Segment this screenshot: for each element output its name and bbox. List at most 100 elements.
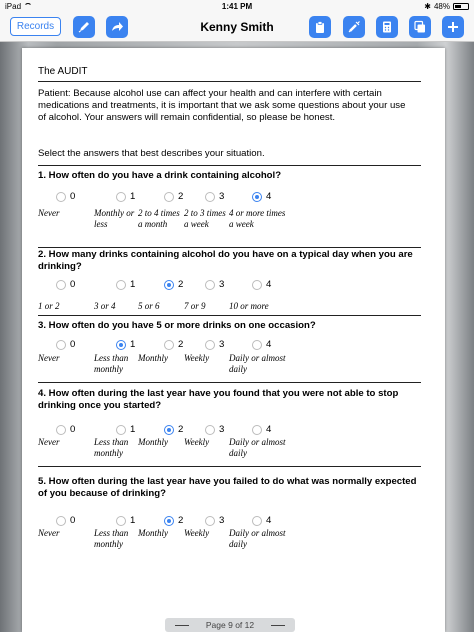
answer-option[interactable]: 2 (164, 279, 183, 290)
radio-unchecked-icon[interactable] (164, 339, 174, 350)
answer-option[interactable]: 3 (205, 279, 224, 290)
answer-option[interactable]: 4 (252, 515, 271, 526)
add-plus-icon[interactable] (442, 16, 464, 38)
radio-unchecked-icon[interactable] (205, 515, 215, 526)
copy-icon[interactable] (409, 16, 431, 38)
calculator-icon[interactable] (376, 16, 398, 38)
radio-unchecked-icon[interactable] (252, 424, 262, 435)
radio-unchecked-icon[interactable] (56, 339, 66, 350)
radio-unchecked-icon[interactable] (56, 515, 66, 526)
option-value: 1 (130, 424, 136, 435)
battery-percent: 48% (433, 1, 450, 11)
answer-option[interactable]: 0 (56, 191, 75, 202)
syringe-icon[interactable] (343, 16, 365, 38)
option-value: 4 (266, 515, 272, 526)
option-label: Less than monthly (94, 528, 129, 549)
radio-unchecked-icon[interactable] (252, 279, 262, 290)
answer-option[interactable]: 2 (164, 424, 183, 435)
document-title: The AUDIT (38, 66, 88, 77)
question-text: 2. How many drinks containing alcohol do… (38, 249, 413, 273)
records-button[interactable]: Records (10, 17, 61, 36)
device-name: iPad (5, 1, 22, 11)
answer-option[interactable]: 4 (252, 191, 271, 202)
radio-unchecked-icon[interactable] (252, 339, 262, 350)
answer-option[interactable]: 2 (164, 191, 183, 202)
edit-pen-icon[interactable] (73, 16, 95, 38)
question-text: 1. How often do you have a drink contain… (38, 170, 282, 181)
radio-unchecked-icon[interactable] (56, 424, 66, 435)
answer-option[interactable]: 0 (56, 424, 75, 435)
answer-option[interactable]: 2 (164, 515, 183, 526)
radio-unchecked-icon[interactable] (205, 424, 215, 435)
answer-option[interactable]: 3 (205, 424, 224, 435)
option-value: 2 (178, 279, 184, 290)
option-label: Weekly (184, 353, 210, 363)
option-value: 1 (130, 339, 136, 350)
radio-checked-icon[interactable] (116, 339, 126, 350)
answer-option[interactable]: 1 (116, 515, 135, 526)
option-value: 3 (219, 515, 225, 526)
share-forward-icon[interactable] (106, 16, 128, 38)
answer-option[interactable]: 0 (56, 279, 75, 290)
option-value: 2 (178, 424, 184, 435)
intro-text: Patient: Because alcohol use can affect … (38, 88, 406, 124)
answer-option[interactable]: 1 (116, 339, 135, 350)
option-label: 7 or 9 (184, 301, 206, 311)
answer-option[interactable]: 3 (205, 515, 224, 526)
answer-option[interactable]: 1 (116, 191, 135, 202)
radio-unchecked-icon[interactable] (56, 279, 66, 290)
radio-unchecked-icon[interactable] (116, 279, 126, 290)
option-value: 4 (266, 191, 272, 202)
status-left: iPad (5, 1, 33, 11)
radio-checked-icon[interactable] (164, 424, 174, 435)
status-right: ✱ 48% (424, 2, 469, 11)
option-value: 1 (130, 515, 136, 526)
page-indicator[interactable]: Page 9 of 12 (165, 618, 295, 632)
status-time: 1:41 PM (221, 1, 253, 11)
option-value: 3 (219, 339, 225, 350)
option-label: 2 to 3 times a week (184, 208, 226, 229)
answer-option[interactable]: 3 (205, 339, 224, 350)
option-value: 4 (266, 424, 272, 435)
radio-unchecked-icon[interactable] (116, 515, 126, 526)
answer-option[interactable]: 4 (252, 279, 271, 290)
radio-checked-icon[interactable] (164, 279, 174, 290)
radio-checked-icon[interactable] (252, 191, 262, 202)
option-value: 4 (266, 339, 272, 350)
option-value: 0 (70, 279, 76, 290)
title-divider (38, 81, 421, 82)
status-bar: iPad 1:41 PM ✱ 48% (0, 0, 474, 12)
option-label: Weekly (184, 528, 210, 538)
radio-unchecked-icon[interactable] (56, 191, 66, 202)
radio-unchecked-icon[interactable] (164, 191, 174, 202)
question-text: 3. How often do you have 5 or more drink… (38, 320, 316, 331)
answer-option[interactable]: 4 (252, 424, 271, 435)
option-label: Weekly (184, 437, 210, 447)
option-label: Monthly (138, 353, 168, 363)
option-label: 4 or more times a week (229, 208, 286, 229)
radio-unchecked-icon[interactable] (205, 191, 215, 202)
answer-option[interactable]: 0 (56, 515, 75, 526)
radio-unchecked-icon[interactable] (205, 339, 215, 350)
answer-option[interactable]: 3 (205, 191, 224, 202)
instruction-divider (38, 165, 421, 166)
option-value: 2 (178, 339, 184, 350)
option-label: Less than monthly (94, 437, 129, 458)
option-label: Monthly or less (94, 208, 135, 229)
wifi-icon (24, 3, 33, 9)
radio-checked-icon[interactable] (164, 515, 174, 526)
answer-option[interactable]: 0 (56, 339, 75, 350)
answer-option[interactable]: 4 (252, 339, 271, 350)
radio-unchecked-icon[interactable] (205, 279, 215, 290)
answer-option[interactable]: 1 (116, 279, 135, 290)
radio-unchecked-icon[interactable] (252, 515, 262, 526)
answer-option[interactable]: 1 (116, 424, 135, 435)
question-text: 5. How often during the last year have y… (38, 476, 417, 500)
answer-option[interactable]: 2 (164, 339, 183, 350)
clipboard-icon[interactable] (309, 16, 331, 38)
option-value: 4 (266, 279, 272, 290)
patient-name-title: Kenny Smith (200, 20, 274, 34)
radio-unchecked-icon[interactable] (116, 191, 126, 202)
radio-unchecked-icon[interactable] (116, 424, 126, 435)
option-label: Less than monthly (94, 353, 129, 374)
